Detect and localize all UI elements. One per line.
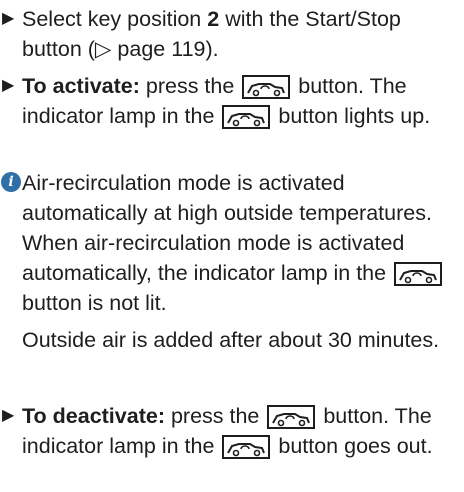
manual-page: { "steps": [ { "text_before": "Select ke… — [0, 0, 464, 492]
triangle-bullet-icon: ▶ — [2, 77, 15, 94]
step-activate: ▶ To activate: press the button. The ind… — [2, 71, 464, 131]
air-recirculation-icon — [242, 75, 291, 99]
activate-text-3: button lights up. — [272, 104, 431, 128]
info-note: i Air-recirculation mode is activated au… — [1, 168, 464, 355]
air-recirculation-icon — [222, 105, 271, 129]
step-select-key-position: ▶ Select key position 2 with the Start/S… — [2, 4, 464, 64]
air-recirculation-icon — [394, 262, 443, 286]
triangle-bullet-icon: ▶ — [2, 10, 15, 27]
note-paragraph-1: Air-recirculation mode is activated auto… — [22, 168, 464, 318]
triangle-bullet-icon: ▶ — [2, 407, 15, 424]
note-text-2: button is not lit. — [22, 291, 167, 315]
note-text-1: Air-recirculation mode is activated auto… — [22, 171, 432, 285]
deactivate-text-3: button goes out. — [272, 434, 433, 458]
note-paragraph-2: Outside air is added after about 30 minu… — [22, 325, 464, 355]
air-recirculation-icon — [267, 405, 316, 429]
activate-text-1: press the — [139, 74, 241, 98]
deactivate-text-1: press the — [164, 404, 266, 428]
note-text-3: Outside air is added after about 30 minu… — [22, 328, 440, 352]
step-deactivate: ▶ To deactivate: press the button. The i… — [2, 401, 464, 461]
step1-text-before: Select key position — [22, 7, 208, 31]
activate-lead: To activate: — [22, 74, 140, 98]
key-position-number: 2 — [207, 7, 220, 31]
air-recirculation-icon — [222, 435, 271, 459]
info-icon: i — [1, 172, 21, 192]
deactivate-lead: To deactivate: — [22, 404, 165, 428]
